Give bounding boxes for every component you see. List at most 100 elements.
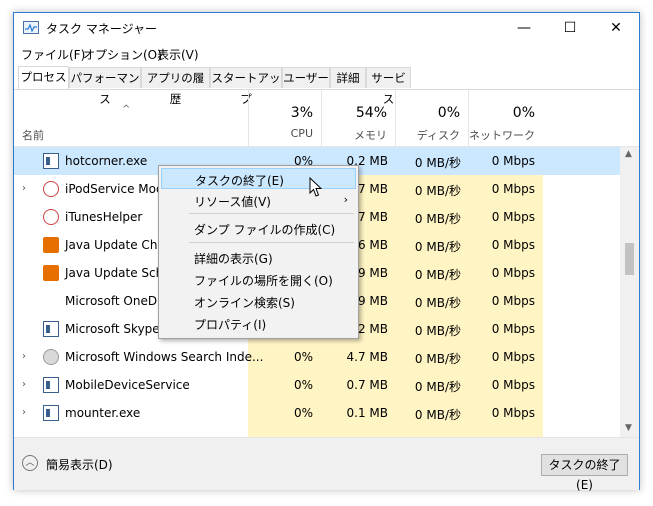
menu-view[interactable]: 表示(V) [157,46,199,63]
mouse-cursor-icon [309,177,323,197]
process-row[interactable]: › MobileDeviceService 0% 0.7 MB 0 MB/秒 0 Mbps [14,371,620,399]
process-net-value: 0 Mbps [491,406,535,420]
process-net-value: 0 Mbps [491,182,535,196]
process-name: Microsoft Windows Search Inde... [65,350,264,364]
process-net-value: 0 Mbps [491,238,535,252]
ctx-search-online[interactable]: オンライン検索(S) [161,291,356,312]
maximize-button[interactable]: ☐ [547,13,593,43]
process-name: Java Update Chec [65,238,172,252]
chevron-right-icon[interactable]: › [22,351,26,362]
network-total: 0% [512,105,535,121]
chevron-up-icon[interactable]: ︿ [22,455,38,471]
process-net-value: 0 Mbps [491,378,535,392]
ctx-end-task[interactable]: タスクの終了(E) [161,168,356,189]
column-memory[interactable]: 54% メモリ [321,90,395,146]
process-mem-value: 0.1 MB [346,406,388,420]
scroll-thumb[interactable] [625,243,634,275]
ctx-create-dump[interactable]: ダンプ ファイルの作成(C) [161,218,356,239]
network-label: ネットワーク [469,129,535,142]
process-disk-value: 0 MB/秒 [414,352,461,366]
end-task-button[interactable]: タスクの終了(E) [541,454,628,492]
tab-app-history[interactable]: アプリの履歴 [141,67,210,106]
process-disk-value: 0 MB/秒 [414,408,461,422]
column-disk[interactable]: 0% ディスク [395,90,468,146]
tab-startup[interactable]: スタートアップ [210,67,282,106]
task-manager-icon [23,21,39,34]
process-cpu-value: 0% [293,406,313,420]
ctx-item-label: タスクの終了(E) [195,174,284,188]
column-name[interactable]: 名前 [22,127,44,143]
process-name: hotcorner.exe [65,154,148,168]
java-icon [43,237,59,253]
java-icon [43,265,59,281]
tab-strip: プロセス パフォーマンス アプリの履歴 スタートアップ ユーザー 詳細 サービス [14,65,639,106]
process-row[interactable]: › Microsoft Windows Search Inde... 0% 4.7 M… [14,343,620,371]
vertical-scrollbar[interactable]: ▲ ▼ [620,147,639,437]
app-icon [43,153,59,169]
memory-label: メモリ [354,129,387,142]
context-menu: タスクの終了(E) リソース値(V) › ダンプ ファイルの作成(C) 詳細の表示(G)… [158,165,359,339]
disk-label: ディスク [416,129,460,142]
process-name: Microsoft Skype P [65,322,171,336]
window-title: タスク マネージャー [46,22,157,36]
process-net-value: 0 Mbps [491,294,535,308]
process-name: mounter.exe [65,406,141,420]
minimize-button[interactable]: — [501,13,547,43]
sort-up-icon: ^ [122,104,131,115]
process-disk-value: 0 MB/秒 [414,380,461,394]
submenu-arrow-icon: › [343,193,348,206]
ctx-properties[interactable]: プロパティ(I) [161,313,356,334]
tab-performance[interactable]: パフォーマンス [69,67,141,106]
itunes-icon [43,181,59,197]
cpu-total: 3% [290,105,313,121]
cpu-label: CPU [290,127,313,140]
process-row[interactable]: › mounter.exe 0% 0.1 MB 0 MB/秒 0 Mbps [14,399,620,427]
process-disk-value: 0 MB/秒 [414,296,461,310]
chevron-right-icon[interactable]: › [22,183,26,194]
menu-file[interactable]: ファイル(F) [21,46,85,63]
scroll-up-icon[interactable]: ▲ [625,149,632,159]
menu-bar: ファイル(F) オプション(O) 表示(V) [14,43,639,63]
process-mem-value: 4.7 MB [346,350,388,364]
ctx-item-label: ダンプ ファイルの作成(C) [194,223,336,237]
column-header: ^ 名前 3% CPU 54% メモリ 0% ディスク 0% ネットワーク [14,90,639,147]
process-disk-value: 0 MB/秒 [414,324,461,338]
close-button[interactable]: ✕ [593,13,639,43]
chevron-right-icon[interactable]: › [22,407,26,418]
app-icon [43,321,59,337]
title-bar[interactable]: タスク マネージャー — ☐ ✕ [14,13,639,43]
chevron-right-icon[interactable]: › [22,379,26,390]
process-net-value: 0 Mbps [491,322,535,336]
process-disk-value: 0 MB/秒 [414,156,461,170]
process-name: Java Update Sche [65,266,171,280]
process-net-value: 0 Mbps [491,154,535,168]
ctx-item-label: オンライン検索(S) [194,296,295,310]
app-icon [43,377,59,393]
disk-total: 0% [437,105,460,121]
process-net-value: 0 Mbps [491,350,535,364]
ctx-separator [189,242,354,243]
ctx-resource-values[interactable]: リソース値(V) › [161,190,356,211]
tab-services[interactable]: サービス [366,67,411,106]
ctx-go-to-details[interactable]: 詳細の表示(G) [161,247,356,268]
tab-details[interactable]: 詳細 [330,67,366,88]
tab-processes[interactable]: プロセス [18,66,69,89]
process-net-value: 0 Mbps [491,210,535,224]
memory-total: 54% [355,105,387,121]
process-name: MobileDeviceService [65,378,190,392]
column-cpu[interactable]: 3% CPU [248,90,321,146]
tab-users[interactable]: ユーザー [282,67,330,88]
menu-options[interactable]: オプション(O) [83,46,162,63]
process-disk-value: 0 MB/秒 [414,212,461,226]
ctx-open-file-location[interactable]: ファイルの場所を開く(O) [161,269,356,290]
ctx-item-label: 詳細の表示(G) [194,252,273,266]
scroll-down-icon[interactable]: ▼ [625,423,632,433]
process-disk-value: 0 MB/秒 [414,240,461,254]
process-disk-value: 0 MB/秒 [414,184,461,198]
ctx-separator [189,213,354,214]
app-icon [43,405,59,421]
column-network[interactable]: 0% ネットワーク [468,90,543,146]
process-net-value: 0 Mbps [491,266,535,280]
fewer-details-link[interactable]: 簡易表示(D) [46,456,113,473]
process-cpu-value: 0% [293,350,313,364]
